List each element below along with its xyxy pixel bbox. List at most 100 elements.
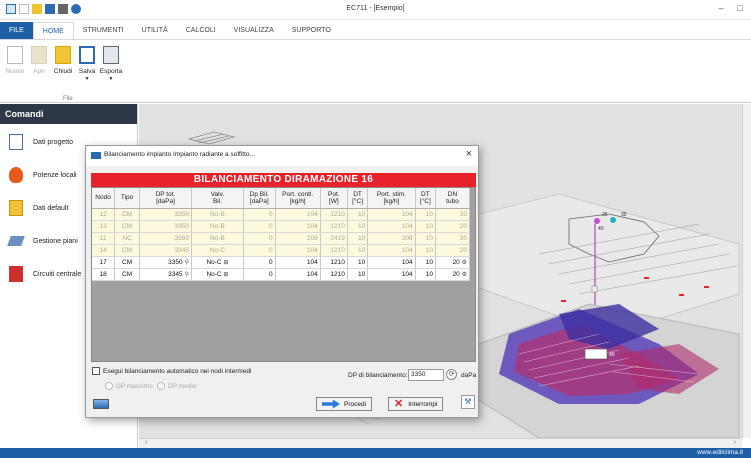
refresh-icon[interactable]: ⟳ bbox=[446, 369, 457, 380]
viewport-label: 40 bbox=[598, 226, 604, 232]
col-header-dn[interactable]: DN tubo bbox=[435, 188, 470, 209]
tab-visualizza[interactable]: VISUALIZZA bbox=[225, 22, 283, 39]
cell-valv[interactable]: No-C ⊞ bbox=[191, 256, 244, 269]
new-button[interactable]: Nuovo bbox=[5, 46, 25, 82]
col-header-dp-tot[interactable]: DP tot. [daPa] bbox=[139, 188, 192, 209]
dialog-app-icon bbox=[91, 152, 101, 159]
cell-dt2: 10 bbox=[415, 208, 437, 221]
cell-pot: 1210 bbox=[320, 244, 348, 257]
stop-button[interactable]: ✕ Interrompi bbox=[388, 397, 444, 411]
table-row[interactable]: 11 NC 3369 No-B 0 208 2419 10 208 10 20 bbox=[92, 232, 470, 245]
col-header-tipo[interactable]: Tipo bbox=[114, 188, 140, 209]
scroll-right-icon[interactable]: › bbox=[734, 439, 736, 446]
title-bar: EC711 - [Esempio] – □ bbox=[0, 0, 751, 20]
balancing-table: Nodo Tipo DP tot. [daPa] Valv. Bil. Dp Bil… bbox=[91, 187, 476, 362]
cell-dn: 20 bbox=[435, 220, 470, 233]
dp-balancing-input[interactable]: 3350 bbox=[408, 369, 444, 381]
close-icon[interactable]: × bbox=[466, 148, 472, 160]
cell-dp-bil: 0 bbox=[243, 256, 276, 269]
close-label: Chiudi bbox=[53, 68, 73, 75]
cell-nodo: 13 bbox=[92, 220, 116, 233]
cell-dt: 10 bbox=[347, 256, 369, 269]
auto-balance-checkbox[interactable]: Esegui bilanciamento automatico nei nodi… bbox=[92, 367, 252, 375]
radio-dp-max[interactable]: DP massimo bbox=[105, 382, 153, 390]
table-row[interactable]: 17 CM 3350 ⚲ No-C ⊞ 0 104 1210 10 104 10 … bbox=[92, 256, 470, 269]
cell-valv: No-B bbox=[191, 232, 244, 245]
close-button[interactable]: Chiudi bbox=[53, 46, 73, 82]
cell-port-stim: 104 bbox=[367, 208, 416, 221]
cell-dn[interactable]: 20 ⚙ bbox=[435, 256, 470, 269]
dp-balancing-label: DP di bilanciamento: bbox=[348, 372, 408, 379]
balancing-dialog: Bilanciamento impianto Impianto radiante… bbox=[85, 145, 479, 418]
col-header-port-contl[interactable]: Port. contl. [kg/h] bbox=[275, 188, 321, 209]
cell-pot: 1210 bbox=[320, 256, 348, 269]
proceed-button[interactable]: Procedi bbox=[316, 397, 373, 411]
checkbox-box[interactable] bbox=[92, 367, 100, 375]
tab-supporto[interactable]: SUPPORTO bbox=[283, 22, 340, 39]
cell-valv[interactable]: No-C ⊞ bbox=[191, 268, 244, 281]
scroll-left-icon[interactable]: ‹ bbox=[145, 439, 147, 446]
table-row[interactable]: 14 CM 3345 No-C 0 104 1210 10 104 10 20 bbox=[92, 244, 470, 257]
manifold-icon bbox=[584, 348, 608, 360]
sidebar-item-label: Circuiti centrale bbox=[33, 270, 82, 278]
vertical-scrollbar[interactable] bbox=[742, 104, 751, 438]
file-group-label: File bbox=[63, 96, 73, 102]
pipe-tool-icon[interactable]: ⚙ bbox=[462, 272, 467, 278]
table-row[interactable]: 12 CM 3350 No-B 0 104 1210 10 104 10 20 bbox=[92, 208, 470, 221]
radio-dp-mean[interactable]: DP medio bbox=[157, 382, 196, 390]
open-button[interactable]: Apri bbox=[29, 46, 49, 82]
col-header-valv[interactable]: Valv. Bil. bbox=[191, 188, 244, 209]
table-header-row: Nodo Tipo DP tot. [daPa] Valv. Bil. Dp Bil… bbox=[92, 188, 470, 209]
tab-utilita[interactable]: UTILITÀ bbox=[133, 22, 177, 39]
cell-port-stim: 104 bbox=[367, 220, 416, 233]
cell-port-contl: 104 bbox=[275, 244, 321, 257]
horizontal-scrollbar[interactable]: ‹ › bbox=[139, 438, 742, 448]
cell-port-stim: 104 bbox=[367, 256, 416, 269]
riser-fitting-icon bbox=[591, 285, 598, 293]
minimize-button[interactable]: – bbox=[719, 3, 724, 13]
balance-view-icon[interactable] bbox=[93, 399, 109, 409]
cell-tipo: CM bbox=[114, 244, 140, 257]
col-header-nodo[interactable]: Nodo bbox=[92, 188, 116, 209]
tab-strumenti[interactable]: STRUMENTI bbox=[74, 22, 133, 39]
col-header-dt2[interactable]: DT [°C] bbox=[415, 188, 437, 209]
sidebar-item-label: Gestione piani bbox=[33, 237, 78, 245]
export-button[interactable]: Esporta ▼ bbox=[100, 46, 122, 82]
cell-nodo: 11 bbox=[92, 232, 116, 245]
tab-calcoli[interactable]: CALCOLI bbox=[177, 22, 225, 39]
col-header-dp-bil[interactable]: Dp Bil. [daPa] bbox=[243, 188, 276, 209]
col-header-dt[interactable]: DT [°C] bbox=[347, 188, 369, 209]
commands-header: Comandi bbox=[0, 104, 137, 124]
valve-icon[interactable]: ⊞ bbox=[223, 260, 228, 266]
cell-dn[interactable]: 20 ⚙ bbox=[435, 268, 470, 281]
cell-pot: 1210 bbox=[320, 208, 348, 221]
dialog-title-bar: Bilanciamento impianto Impianto radiante… bbox=[86, 146, 478, 166]
cell-tipo: CM bbox=[114, 220, 140, 233]
radio-circle[interactable] bbox=[157, 382, 165, 390]
website-link[interactable]: www.edilclima.it bbox=[697, 449, 743, 456]
pipe-tool-icon[interactable]: ⚙ bbox=[462, 260, 467, 266]
tab-home[interactable]: HOME bbox=[32, 22, 74, 39]
chevron-down-icon: ▼ bbox=[84, 76, 90, 82]
sidebar-item-label: Dati progetto bbox=[33, 138, 74, 146]
cell-valv: No-C bbox=[191, 244, 244, 257]
col-header-pot[interactable]: Pot. [W] bbox=[320, 188, 348, 209]
cell-dp-bil: 0 bbox=[243, 268, 276, 281]
balancing-options: Esegui bilanciamento automatico nei nodi… bbox=[91, 365, 481, 415]
tools-icon[interactable]: ⚒ bbox=[461, 395, 475, 409]
location-pin-icon[interactable]: ⚲ bbox=[185, 260, 189, 266]
col-header-port-stim[interactable]: Port. stim. [kg/h] bbox=[367, 188, 416, 209]
tab-file[interactable]: FILE bbox=[0, 22, 33, 39]
radio-circle[interactable] bbox=[105, 382, 113, 390]
save-button[interactable]: Salva ▼ bbox=[77, 46, 97, 82]
table-row[interactable]: 13 CM 3350 No-B 0 104 1210 10 104 10 20 bbox=[92, 220, 470, 233]
stop-x-icon: ✕ bbox=[394, 398, 404, 410]
close-folder-icon bbox=[55, 46, 71, 64]
new-label: Nuovo bbox=[5, 68, 25, 75]
table-row[interactable]: 18 CM 3345 ⚲ No-C ⊞ 0 104 1210 10 104 10 … bbox=[92, 268, 470, 281]
dialog-title: Bilanciamento impianto Impianto radiante… bbox=[104, 151, 255, 158]
location-pin-icon[interactable]: ⚲ bbox=[185, 272, 189, 278]
valve-icon[interactable]: ⊞ bbox=[223, 272, 228, 278]
maximize-button[interactable]: □ bbox=[738, 3, 743, 13]
ribbon: Nuovo Apri Chiudi Salva ▼ Esporta ▼ File bbox=[0, 39, 751, 103]
